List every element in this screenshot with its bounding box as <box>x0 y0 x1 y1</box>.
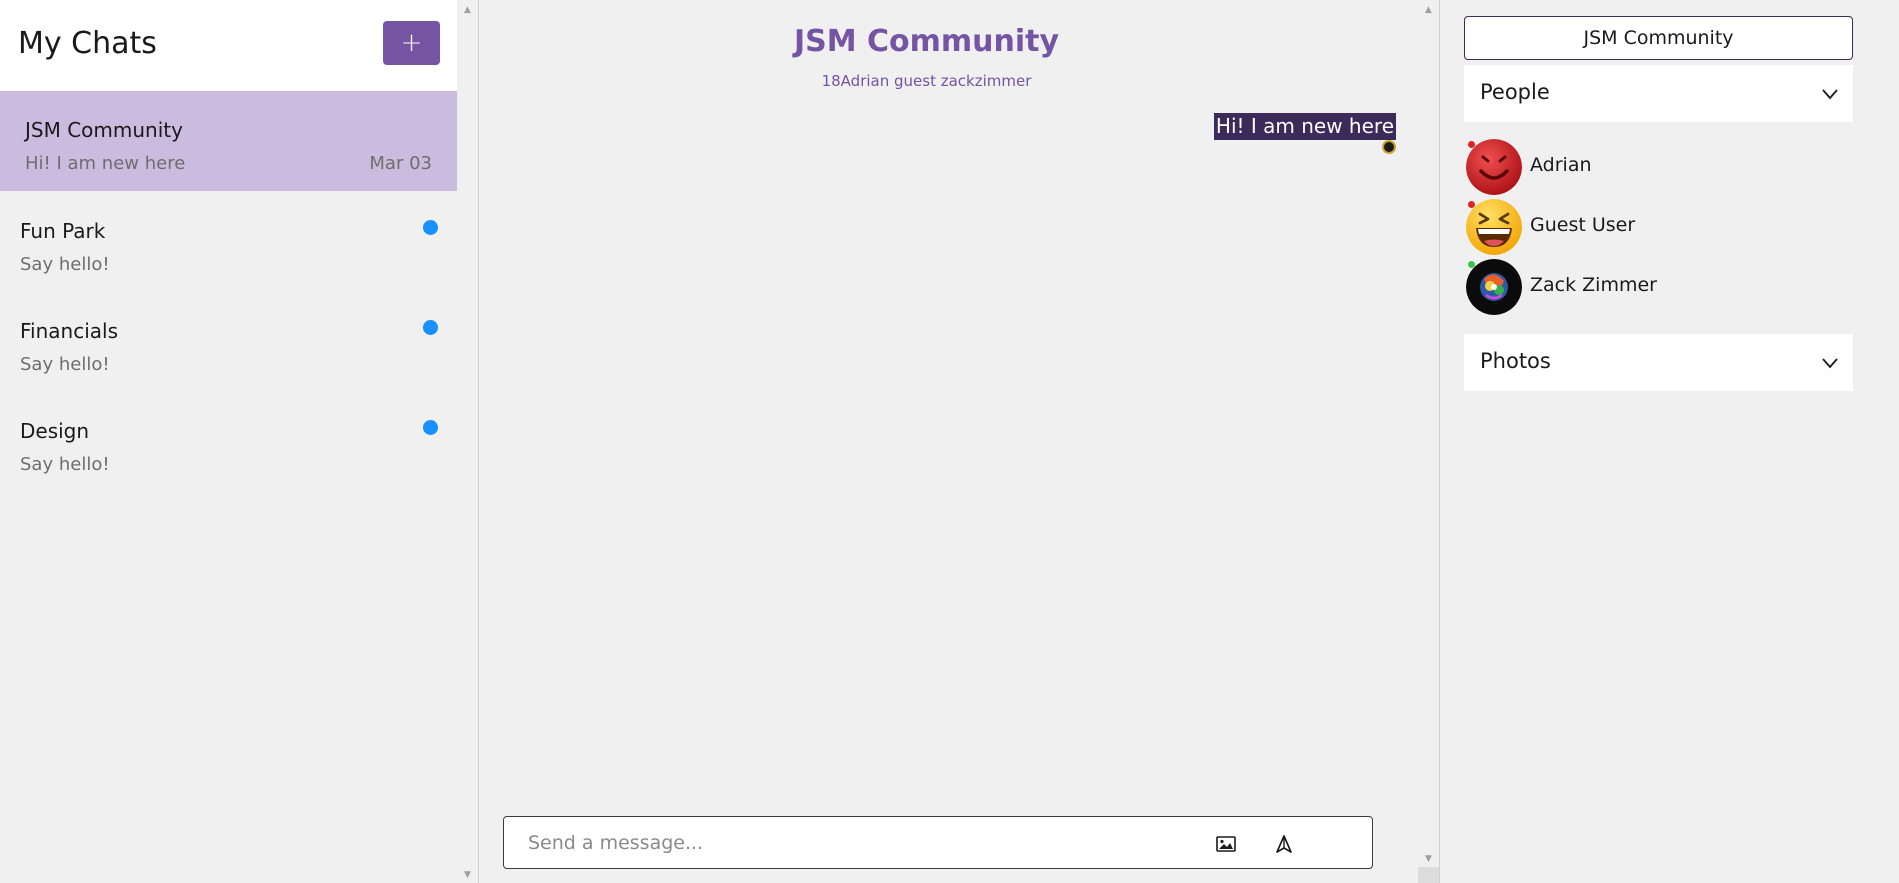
person-row-zack-zimmer[interactable]: Zack Zimmer <box>1466 259 1826 315</box>
scroll-down-arrow-icon[interactable]: ▼ <box>1418 851 1439 867</box>
devil-emoji-avatar <box>1466 139 1522 195</box>
person-name: Guest User <box>1530 214 1636 236</box>
chat-card-preview: Hi! I am new here <box>25 153 186 174</box>
chat-card-jsm-community[interactable]: JSM Community Hi! I am new here Mar 03 <box>0 91 458 191</box>
chat-card-financials[interactable]: Financials Say hello! <box>0 291 458 391</box>
photos-section-header[interactable]: Photos <box>1464 334 1853 391</box>
photos-section-label: Photos <box>1480 349 1551 373</box>
offline-status-dot <box>1468 141 1475 148</box>
person-row-guest-user[interactable]: Guest User <box>1466 199 1826 255</box>
chat-list-scrollbar[interactable]: ▲ ▼ <box>457 0 478 883</box>
unread-indicator <box>423 320 438 335</box>
chat-card-design[interactable]: Design Say hello! <box>0 391 458 491</box>
person-name: Adrian <box>1530 154 1592 176</box>
chat-card-fun-park[interactable]: Fun Park Say hello! <box>0 191 458 291</box>
person-name: Zack Zimmer <box>1530 274 1657 296</box>
chat-list-panel: My Chats + JSM Community Hi! I am new he… <box>0 0 479 883</box>
image-upload-icon[interactable] <box>1215 833 1237 855</box>
people-section-header[interactable]: People <box>1464 65 1853 122</box>
scroll-up-arrow-icon[interactable]: ▲ <box>1418 2 1439 18</box>
my-message-bubble: Hi! I am new here <box>1213 113 1396 140</box>
chat-feed-scrollbar[interactable]: ▲ ▼ <box>1418 0 1439 883</box>
unread-indicator <box>423 420 438 435</box>
chat-card-preview: Say hello! <box>20 454 110 475</box>
scroll-up-arrow-icon[interactable]: ▲ <box>457 2 478 18</box>
chat-feed-panel: JSM Community 18Adrian guest zackzimmer … <box>479 0 1440 883</box>
chat-card-preview: Say hello! <box>20 354 110 375</box>
person-row-adrian[interactable]: Adrian <box>1466 139 1826 195</box>
message-input[interactable] <box>526 827 1206 859</box>
colorful-avatar <box>1466 259 1522 315</box>
chat-card-date: Mar 03 <box>369 153 432 174</box>
chevron-down-icon <box>1822 89 1838 100</box>
chat-card-title: JSM Community <box>25 118 183 142</box>
offline-status-dot <box>1468 201 1475 208</box>
chat-card-title: Design <box>20 419 90 443</box>
people-section-label: People <box>1480 80 1550 104</box>
read-receipt-avatar <box>1382 140 1396 154</box>
laughing-emoji-avatar <box>1466 199 1522 255</box>
chat-feed-title: JSM Community <box>793 24 1060 59</box>
unread-indicator <box>423 220 438 235</box>
scroll-down-arrow-icon[interactable]: ▼ <box>457 867 478 883</box>
chat-settings-panel: JSM Community People Adrian Guest User Z… <box>1440 0 1899 883</box>
chevron-down-icon <box>1822 358 1838 369</box>
message-form <box>503 816 1373 869</box>
chat-list-title: My Chats <box>18 26 157 61</box>
new-chat-button[interactable]: + <box>383 21 440 65</box>
chat-feed-members: 18Adrian guest zackzimmer <box>821 72 1032 90</box>
chat-card-title: Fun Park <box>20 219 106 243</box>
chat-card-preview: Say hello! <box>20 254 110 275</box>
chat-list-header: My Chats + <box>0 0 458 91</box>
chat-title-input[interactable]: JSM Community <box>1464 16 1853 60</box>
send-icon[interactable] <box>1273 833 1295 855</box>
scrollbar-corner <box>1418 867 1439 883</box>
chat-card-title: Financials <box>20 319 118 343</box>
online-status-dot <box>1468 261 1475 268</box>
